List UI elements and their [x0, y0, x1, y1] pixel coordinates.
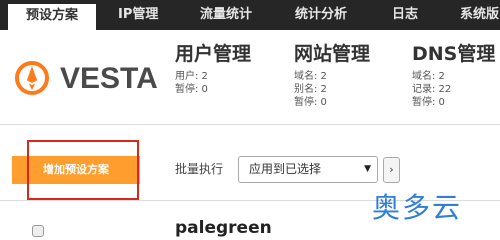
- stat-users-title[interactable]: 用户管理: [175, 43, 251, 65]
- top-nav: 预设方案 IP管理 流量统计 统计分析 日志 系统版: [0, 0, 500, 30]
- add-preset-button[interactable]: 增加预设方案: [12, 156, 140, 184]
- bulk-action-select[interactable]: 应用到已选择 ▼: [238, 156, 378, 183]
- tab-logs[interactable]: 日志: [392, 0, 418, 30]
- stat-dns-suspended: 暂停: 0: [412, 97, 445, 108]
- tab-system[interactable]: 系统版: [460, 0, 499, 30]
- tab-presets[interactable]: 预设方案: [8, 4, 96, 30]
- stat-dns-records: 记录: 22: [412, 84, 452, 95]
- stat-users-suspended: 暂停: 0: [175, 84, 208, 95]
- tab-traffic[interactable]: 流量统计: [200, 0, 252, 30]
- bulk-action-label: 批量执行: [175, 162, 224, 176]
- chevron-down-icon: ▼: [364, 164, 371, 174]
- stat-web-domains: 域名: 2: [294, 71, 327, 82]
- package-name[interactable]: palegreen: [175, 217, 272, 239]
- row-checkbox[interactable]: [32, 225, 44, 237]
- apply-bulk-button[interactable]: ›: [383, 157, 400, 183]
- watermark-logo: 奥多云: [372, 191, 463, 224]
- bulk-action-select-value: 应用到已选择: [249, 162, 322, 176]
- tab-analytics[interactable]: 统计分析: [295, 0, 347, 30]
- vesta-logo[interactable]: VESTA: [12, 58, 158, 100]
- stat-dns-domains: 域名: 2: [412, 71, 445, 82]
- stat-users-count: 用户: 2: [175, 71, 208, 82]
- logo-wordmark: VESTA: [60, 62, 158, 95]
- vesta-flame-icon: [15, 61, 49, 95]
- stat-web-title[interactable]: 网站管理: [294, 43, 370, 65]
- stat-web-suspended: 暂停: 0: [294, 97, 327, 108]
- header-divider: [0, 124, 500, 125]
- stat-dns-title[interactable]: DNS管理: [412, 43, 495, 65]
- tab-ip[interactable]: IP管理: [118, 0, 158, 30]
- stat-web-aliases: 别名: 2: [294, 84, 327, 95]
